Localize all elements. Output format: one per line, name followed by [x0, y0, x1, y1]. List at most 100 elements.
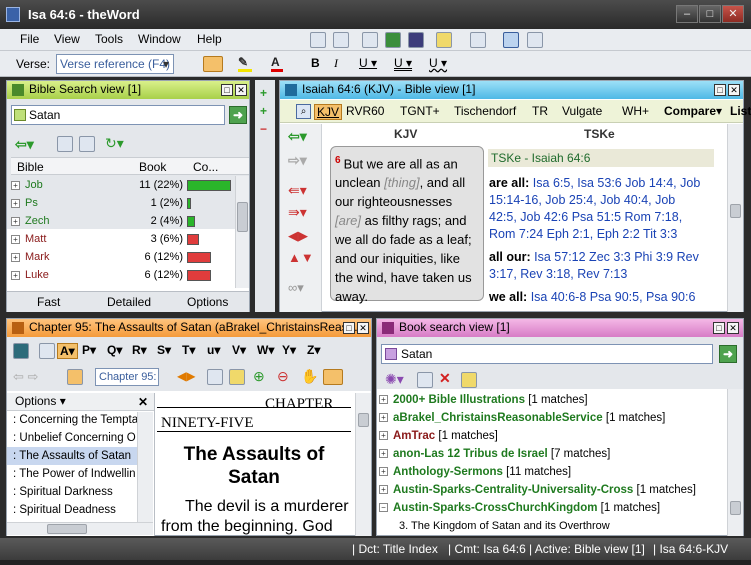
status-active-view[interactable]: | Active: Bible view [1] — [529, 538, 645, 560]
book-search-row[interactable]: +2000+ Bible Illustrations [1 matches] — [379, 391, 725, 409]
pane-maximize-button[interactable]: □ — [343, 322, 355, 334]
book-search-input[interactable]: Satan — [381, 344, 713, 364]
prev-book-icon[interactable]: ◀▶ — [288, 228, 308, 244]
filter-icon[interactable] — [12, 84, 24, 96]
bible-view-scrollbar[interactable] — [727, 124, 743, 312]
expand-icon[interactable]: + — [11, 216, 20, 226]
link-icon[interactable]: ∞▾ — [288, 280, 304, 296]
toc-item[interactable]: : Spiritual Darkness — [7, 483, 137, 501]
list-view-icon[interactable] — [79, 136, 95, 152]
expand-icon[interactable]: + — [11, 180, 20, 190]
index-letter-s[interactable]: S▾ — [157, 343, 171, 357]
underline-button[interactable]: U ▾ — [359, 56, 377, 70]
toc-item[interactable]: : The Assaults of Satan — [7, 447, 137, 465]
index-letter-a[interactable]: A▾ — [57, 343, 78, 359]
bible-search-go-button[interactable]: ➜ — [229, 106, 247, 124]
forward-arrow-icon[interactable]: ⇨▾ — [288, 152, 307, 169]
book-search-row[interactable]: + Austin-Sparks-Centrality-Universality-C… — [379, 481, 725, 499]
print-icon[interactable] — [207, 369, 223, 385]
wavy-underline-button[interactable]: U ▾ — [429, 56, 447, 70]
bold-button[interactable]: B — [311, 56, 320, 70]
translation-tab-tischendorf[interactable]: Tischendorf — [454, 104, 516, 118]
toc-item[interactable]: : Spiritual Deadness — [7, 501, 137, 519]
status-commentary[interactable]: | Cmt: Isa 64:6 — [448, 538, 526, 560]
status-reference[interactable]: | Isa 64:6-KJV — [653, 538, 728, 560]
pin-icon[interactable] — [503, 32, 519, 48]
translation-tab-list[interactable]: List — [730, 104, 751, 118]
translation-tab-vulgate[interactable]: Vulgate — [562, 104, 602, 118]
tske-reference-link[interactable]: Isa 57:12 Zec 3:3 Phi 3:9 Rev — [534, 250, 699, 264]
toc-item[interactable]: : Unbelief Concerning O — [7, 429, 137, 447]
search-icon[interactable] — [39, 343, 55, 359]
book-search-row[interactable]: − Austin-Sparks-CrossChurchKingdom [1 mat… — [379, 499, 725, 517]
translation-tab-rvr60[interactable]: RVR60 — [346, 104, 384, 118]
tree-view-icon[interactable] — [57, 136, 73, 152]
italic-button[interactable]: I — [334, 56, 338, 71]
expand-icon[interactable]: + — [379, 431, 388, 441]
expand-icon[interactable]: + — [379, 395, 388, 405]
pane-close-button[interactable]: ✕ — [357, 322, 369, 334]
highlight-color-button[interactable]: ✎ — [238, 55, 252, 72]
copy-icon[interactable] — [310, 32, 326, 48]
close-button[interactable]: ✕ — [722, 5, 744, 23]
compare-dropdown-icon[interactable]: ▾ — [716, 104, 722, 118]
edit-pencil-icon[interactable] — [203, 56, 223, 72]
note-icon[interactable] — [461, 372, 477, 388]
tske-reference-link[interactable]: 15:14-16, Job 25:4, Job 40:4, Job — [489, 193, 675, 207]
menu-tools[interactable]: Tools — [95, 32, 123, 46]
options-gear-icon[interactable]: ✺▾ — [385, 371, 404, 388]
book-search-subresult[interactable]: 3. The Kingdom of Satan and its Overthro… — [379, 517, 725, 535]
header-book[interactable]: Book — [139, 160, 166, 174]
menu-view[interactable]: View — [54, 32, 80, 46]
toc-hscrollbar[interactable] — [7, 522, 153, 535]
panel-icon[interactable] — [470, 32, 486, 48]
chapter-input[interactable]: Chapter 95: — [95, 368, 159, 386]
index-letter-w[interactable]: W▾ — [257, 343, 274, 357]
translation-tab-tr[interactable]: TR — [532, 104, 548, 118]
layout-icon[interactable] — [436, 32, 452, 48]
font-color-button[interactable]: A — [271, 55, 283, 72]
index-letter-p[interactable]: P▾ — [82, 343, 96, 357]
zoom-out-icon[interactable]: ⊖ — [277, 368, 289, 385]
results-scrollbar[interactable] — [235, 176, 249, 288]
tree-icon[interactable] — [362, 32, 378, 48]
book-text-scrollbar[interactable] — [355, 393, 371, 536]
verse-text-box[interactable]: 6 But we are all as an unclean [thing], an… — [330, 146, 484, 304]
bible-search-row[interactable]: + Job 11 (22%) — [11, 176, 233, 194]
translation-tab-wh[interactable]: WH+ — [622, 104, 649, 118]
book-search-row[interactable]: + AmTrac [1 matches] — [379, 427, 725, 445]
remove-red-icon[interactable]: − — [260, 122, 267, 136]
bible-search-row[interactable]: + Zech 2 (4%) — [11, 212, 233, 230]
tab-detailed[interactable]: Detailed — [107, 295, 151, 309]
book-search-row[interactable]: + anon-Las 12 Tribus de Israel [7 matches… — [379, 445, 725, 463]
expand-icon[interactable]: + — [379, 485, 388, 495]
tab-options[interactable]: Options — [187, 295, 228, 309]
expand-icon[interactable]: + — [11, 198, 20, 208]
book-dark-icon[interactable] — [408, 32, 424, 48]
collapse-icon[interactable]: − — [379, 503, 388, 513]
tske-reference-link[interactable]: Isa 6:5, Isa 53:6 Job 14:4, Job — [533, 176, 700, 190]
pane-close-button[interactable]: ✕ — [727, 322, 739, 334]
bible-search-row[interactable]: + Mark 6 (12%) — [11, 248, 233, 266]
header-count[interactable]: Co... — [193, 160, 218, 174]
note-icon[interactable] — [229, 369, 245, 385]
back-arrow-icon[interactable]: ⇦▾ — [15, 136, 34, 153]
expand-icon[interactable]: + — [11, 252, 20, 262]
up-down-icon[interactable]: ▲▼ — [288, 250, 314, 265]
clear-results-icon[interactable]: ✕ — [439, 370, 451, 387]
index-letter-q[interactable]: Q▾ — [107, 343, 122, 357]
filter-icon[interactable] — [382, 322, 394, 334]
books-icon[interactable] — [13, 343, 29, 359]
menu-file[interactable]: File — [20, 32, 39, 46]
pane-maximize-button[interactable]: □ — [713, 322, 725, 334]
expand-icon[interactable]: + — [379, 413, 388, 423]
tab-fast[interactable]: Fast — [37, 295, 60, 309]
zoom-in-icon[interactable]: ⊕ — [253, 368, 265, 385]
pane-maximize-button[interactable]: □ — [714, 84, 726, 96]
tske-reference-link[interactable]: Rom 7:24 Eph 2:1, Eph 2:2 Tit 3:3 — [489, 227, 677, 241]
prev-next-icon[interactable]: ◀▶ — [177, 369, 195, 383]
book-search-row[interactable]: + aBrakel_ChristainsReasonableService [1 … — [379, 409, 725, 427]
tree-view-icon[interactable] — [417, 372, 433, 388]
index-letter-t[interactable]: T▾ — [182, 343, 195, 357]
tske-reference-link[interactable]: 42:5, Job 42:6 Psa 51:5 Rom 7:18, — [489, 210, 682, 224]
